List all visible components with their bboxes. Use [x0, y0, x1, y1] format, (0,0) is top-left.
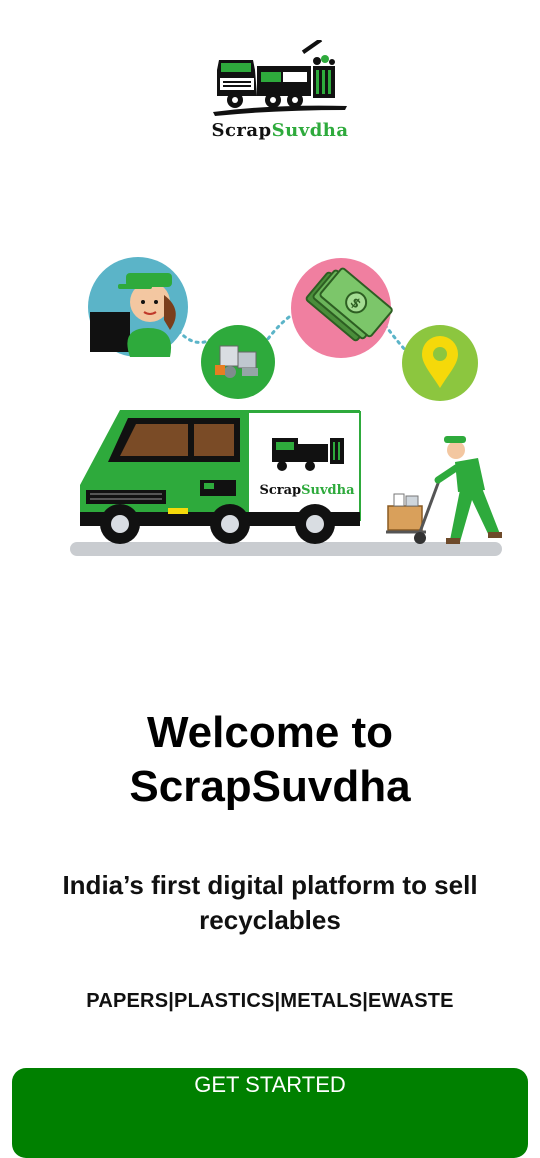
brand-name: ScrapSuvdha [205, 120, 355, 141]
brand-name-part2: Suvdha [271, 120, 349, 141]
garbage-truck-icon [213, 40, 347, 116]
tagline: India’s first digital platform to sell r… [20, 868, 520, 938]
worker-with-trolley-icon [386, 436, 502, 544]
welcome-line1: Welcome to [146, 708, 394, 757]
categories-text: PAPERS|PLASTICS|METALS|EWASTE [86, 990, 454, 1012]
van-brand-label: ScrapSuvdha [259, 483, 355, 498]
get-started-label: GET STARTED [194, 1072, 346, 1097]
scrap-pile-icon [201, 325, 275, 399]
agent-avatar-icon [88, 257, 188, 357]
tagline-line2: recyclables [199, 905, 341, 935]
welcome-line2: ScrapSuvdha [129, 762, 411, 811]
get-started-button[interactable]: GET STARTED [12, 1068, 528, 1158]
welcome-heading: Welcome to ScrapSuvdha [20, 706, 520, 814]
tagline-line1: India’s first digital platform to sell [62, 870, 478, 900]
hero-illustration: $ ScrapSuvdha [60, 250, 510, 570]
money-icon: $ [291, 258, 393, 358]
brand-logo: ScrapSuvdha [205, 40, 355, 150]
road [70, 542, 502, 556]
location-pin-icon [402, 325, 478, 401]
brand-name-part1: Scrap [211, 120, 272, 141]
delivery-van-icon: ScrapSuvdha [80, 410, 361, 544]
